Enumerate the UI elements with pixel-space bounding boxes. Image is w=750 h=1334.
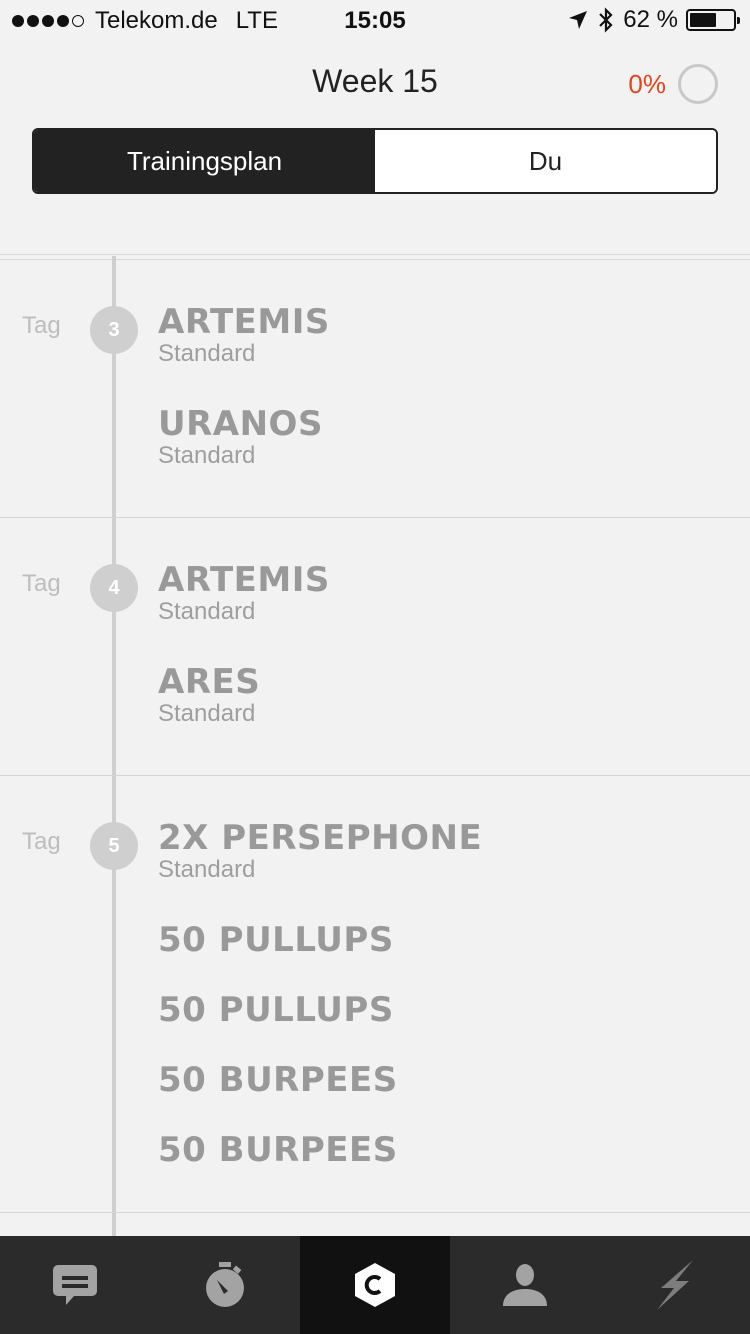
- progress-ring-icon[interactable]: [678, 64, 718, 104]
- day-number-badge: 5: [90, 822, 138, 870]
- battery-percent: 62 %: [623, 6, 678, 33]
- workout-item[interactable]: ARTEMIS Standard: [158, 562, 330, 626]
- tab-bar: [0, 1236, 750, 1334]
- workout-name: ARTEMIS: [158, 560, 330, 600]
- workout-item[interactable]: 50 PULLUPS: [158, 922, 394, 958]
- tab-coach[interactable]: [300, 1236, 450, 1334]
- workout-variant: Standard: [158, 340, 256, 367]
- workout-name: ARES: [158, 662, 261, 702]
- segment-trainingsplan[interactable]: Trainingsplan: [34, 130, 375, 192]
- battery-icon: [686, 9, 740, 31]
- workout-variant: Standard: [158, 598, 256, 625]
- location-arrow-icon: [569, 11, 588, 29]
- battery-level: [690, 13, 717, 27]
- stopwatch-icon: [206, 1262, 244, 1307]
- lightning-icon: [657, 1260, 693, 1310]
- workout-item[interactable]: 50 BURPEES: [158, 1132, 398, 1168]
- status-bar: Telekom.de LTE 15:05 62 %: [0, 0, 750, 40]
- coach-logo-icon: [355, 1263, 395, 1307]
- workout-variant: Standard: [158, 856, 256, 883]
- workout-item[interactable]: ARES Standard: [158, 664, 260, 728]
- workout-name: 50 BURPEES: [158, 1060, 398, 1100]
- day-label: Tag: [22, 312, 61, 339]
- day-number-badge: 4: [90, 564, 138, 612]
- workout-name: 50 PULLUPS: [158, 990, 394, 1030]
- bluetooth-icon: [599, 7, 613, 33]
- workout-name: 50 PULLUPS: [158, 920, 394, 960]
- workout-item[interactable]: 2X PERSEPHONE Standard: [158, 820, 482, 884]
- progress-percentage: 0%: [628, 69, 666, 99]
- profile-icon: [503, 1264, 547, 1306]
- day-section-3[interactable]: Tag 3 ARTEMIS Standard URANOS Standard: [0, 260, 750, 518]
- segmented-control: Trainingsplan Du: [32, 128, 718, 194]
- workout-variant: Standard: [158, 442, 256, 469]
- segment-du[interactable]: Du: [375, 130, 716, 192]
- header: Week 15 0%: [0, 55, 750, 115]
- workout-item[interactable]: 50 BURPEES: [158, 1062, 398, 1098]
- workout-item[interactable]: ARTEMIS Standard: [158, 304, 330, 368]
- day-section-4[interactable]: Tag 4 ARTEMIS Standard ARES Standard: [0, 518, 750, 776]
- status-right: 62 %: [567, 6, 740, 34]
- tab-chat[interactable]: [0, 1236, 150, 1334]
- chat-icon: [53, 1265, 97, 1305]
- day-label: Tag: [22, 570, 61, 597]
- workout-name: ARTEMIS: [158, 302, 330, 342]
- workout-item[interactable]: URANOS Standard: [158, 406, 323, 470]
- workout-name: URANOS: [158, 404, 323, 444]
- tab-timer[interactable]: [150, 1236, 300, 1334]
- day-number-badge: 3: [90, 306, 138, 354]
- workout-name: 50 BURPEES: [158, 1130, 398, 1170]
- day-label: Tag: [22, 828, 61, 855]
- tab-activity[interactable]: [600, 1236, 750, 1334]
- tab-profile[interactable]: [450, 1236, 600, 1334]
- workout-item[interactable]: 50 PULLUPS: [158, 992, 394, 1028]
- day-section-5[interactable]: Tag 5 2X PERSEPHONE Standard 50 PULLUPS …: [0, 776, 750, 1213]
- workout-variant: Standard: [158, 700, 256, 727]
- workout-name: 2X PERSEPHONE: [158, 818, 483, 858]
